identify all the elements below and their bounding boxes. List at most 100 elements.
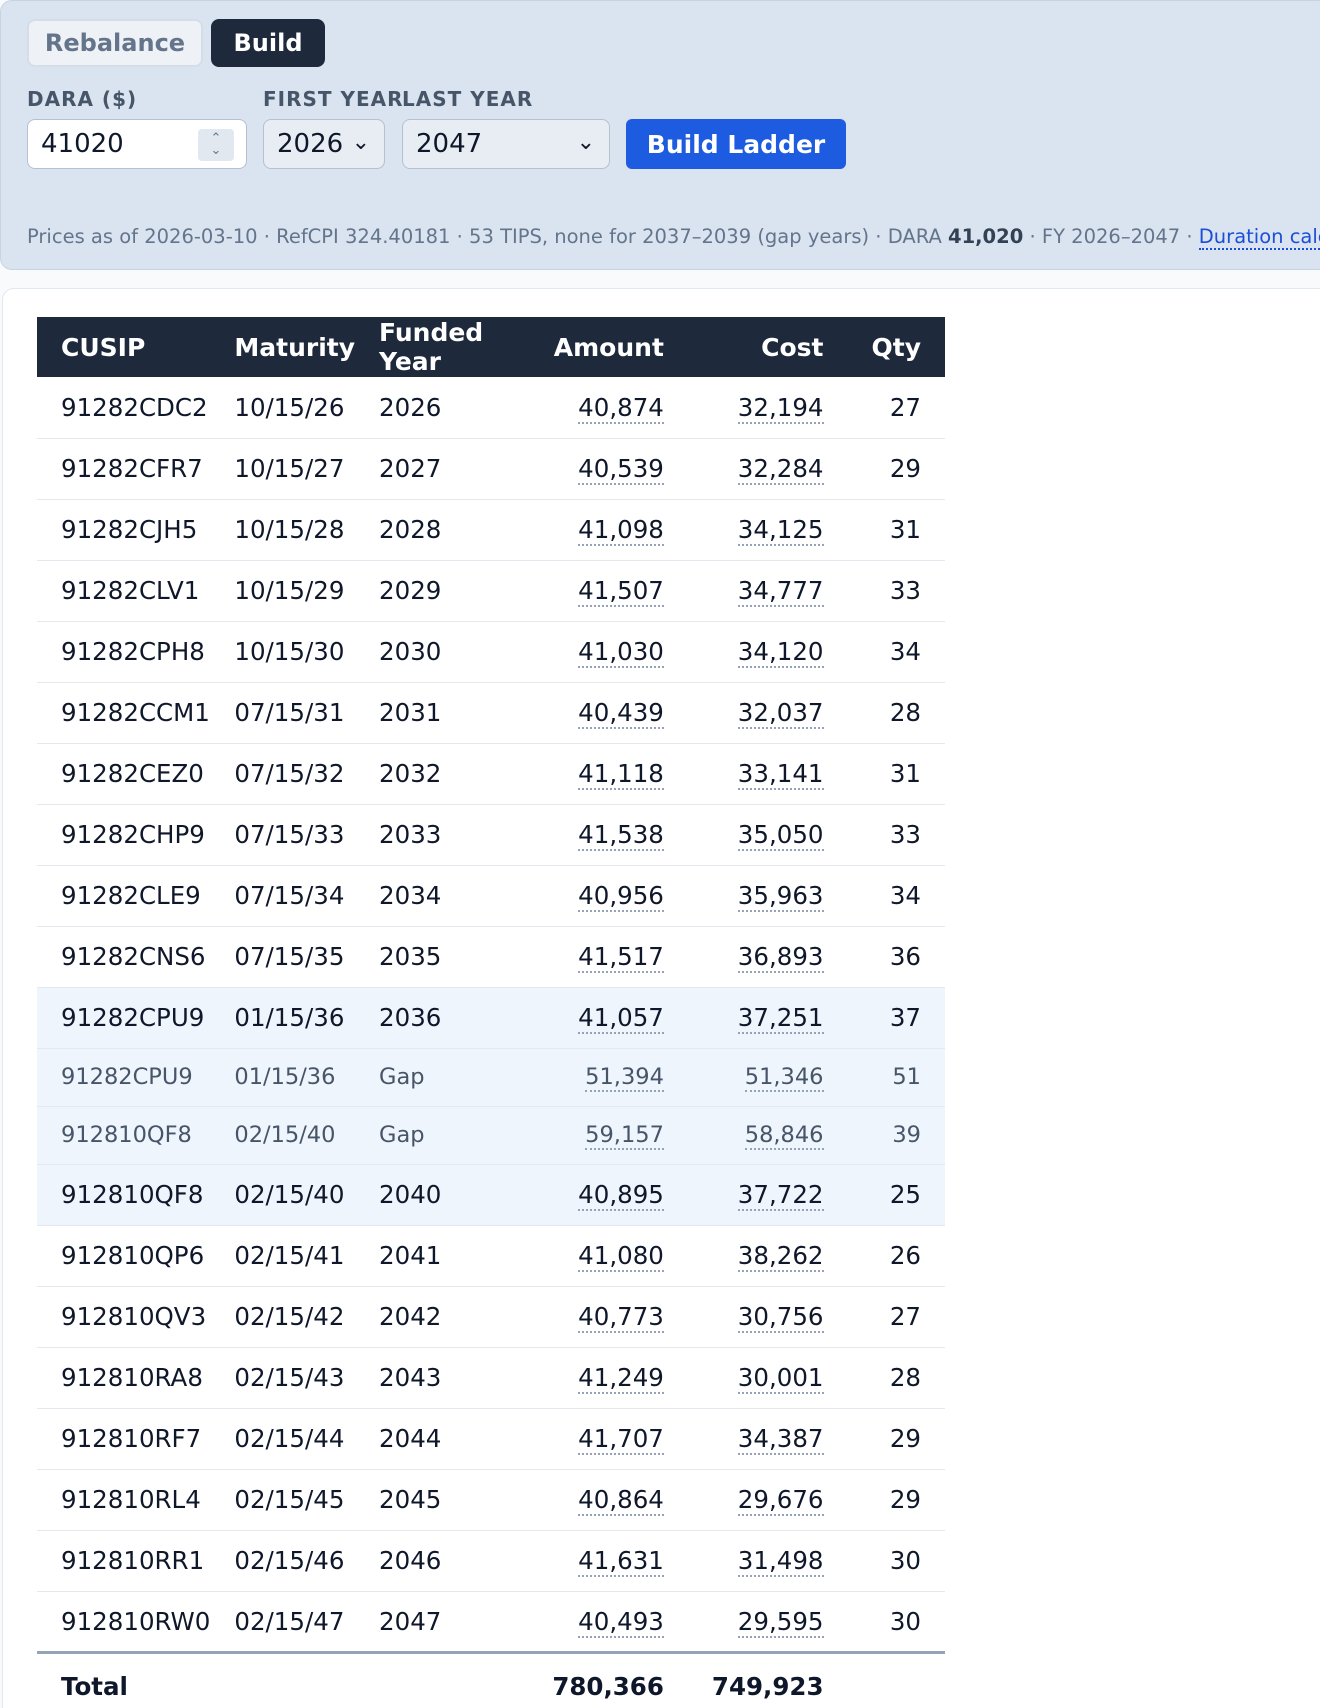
table-row: 912810RA8 02/15/43 2043 41,249 30,001 28 [37, 1347, 945, 1409]
cell-funded-year: 2033 [379, 820, 442, 849]
cell-amount: 59,157 [585, 1122, 664, 1150]
cell-cost: 58,846 [744, 1122, 824, 1150]
cell-qty: 51 [892, 1064, 921, 1090]
cell-maturity: 07/15/35 [234, 942, 345, 971]
table-row: 912810RL4 02/15/45 2045 40,864 29,676 29 [37, 1469, 945, 1531]
cell-qty: 27 [889, 392, 921, 422]
table-row: 91282CDC2 10/15/26 2026 40,874 32,194 27 [37, 377, 945, 439]
cell-amount: 51,394 [585, 1064, 664, 1092]
table-row: 91282CCM1 07/15/31 2031 40,439 32,037 28 [37, 682, 945, 744]
last-year-value: 2047 [416, 129, 483, 159]
cell-cost: 32,284 [737, 454, 824, 485]
last-year-select[interactable]: 2047 ⌄ [402, 119, 610, 169]
cell-funded-year: Gap [379, 1122, 425, 1148]
chevron-down-icon: ⌄ [351, 130, 370, 155]
cell-qty: 34 [889, 881, 921, 910]
cell-maturity: 02/15/40 [234, 1180, 345, 1209]
cell-cusip: 91282CJH5 [61, 515, 198, 544]
tab-build[interactable]: Build [211, 19, 325, 67]
cell-amount: 40,539 [578, 454, 664, 485]
cell-qty: 33 [889, 576, 921, 605]
cell-amount: 41,080 [578, 1241, 664, 1272]
first-year-select[interactable]: 2026 ⌄ [263, 119, 385, 169]
last-year-label: LAST YEAR [402, 87, 534, 111]
cell-cost: 30,001 [737, 1363, 824, 1394]
cell-cusip: 91282CPU9 [61, 1003, 205, 1032]
cell-cusip: 91282CDC2 [61, 392, 208, 422]
cell-funded-year: Gap [379, 1064, 425, 1090]
table-row: 912810RW0 02/15/47 2047 40,493 29,595 30 [37, 1591, 945, 1653]
cell-cost: 37,722 [737, 1180, 824, 1211]
table-header-row: CUSIP Maturity Funded Year Amount Cost Q… [37, 317, 945, 377]
dara-input[interactable]: 41020 ⌃ ⌄ [27, 119, 247, 169]
cell-maturity: 10/15/30 [234, 637, 345, 666]
duration-calcs-link[interactable]: Duration calcs [1198, 225, 1320, 250]
table-row: 91282CPU9 01/15/36 Gap 51,394 51,346 51 [37, 1048, 945, 1107]
col-maturity: Maturity [210, 317, 356, 377]
cell-qty: 29 [889, 1424, 921, 1453]
cell-qty: 27 [889, 1302, 921, 1331]
build-ladder-button[interactable]: Build Ladder [626, 119, 846, 169]
cell-qty: 26 [889, 1241, 921, 1270]
cell-cusip: 912810RA8 [61, 1363, 203, 1392]
cell-maturity: 01/15/36 [234, 1064, 336, 1090]
cell-funded-year: 2041 [379, 1241, 442, 1270]
cell-funded-year: 2044 [379, 1424, 442, 1453]
cell-cost: 34,777 [737, 576, 824, 607]
cell-cost: 32,194 [737, 392, 824, 424]
cell-qty: 31 [889, 759, 921, 788]
cell-funded-year: 2030 [379, 637, 442, 666]
cell-qty: 25 [889, 1180, 921, 1209]
cell-amount: 41,249 [578, 1363, 664, 1394]
cell-funded-year: 2045 [379, 1485, 442, 1514]
cell-cost: 33,141 [737, 759, 824, 790]
cell-cost: 38,262 [737, 1241, 824, 1272]
col-qty: Qty [847, 317, 945, 377]
table-row: 91282CLV1 10/15/29 2029 41,507 34,777 33 [37, 560, 945, 622]
cell-cost: 35,050 [737, 820, 824, 851]
cell-maturity: 02/15/47 [234, 1606, 345, 1636]
cell-maturity: 07/15/33 [234, 820, 345, 849]
cell-cost: 34,125 [737, 515, 824, 546]
cell-cusip: 912810QF8 [61, 1180, 204, 1209]
cell-maturity: 10/15/26 [234, 392, 345, 422]
table-row: 912810RR1 02/15/46 2046 41,631 31,498 30 [37, 1530, 945, 1592]
cell-cusip: 912810RR1 [61, 1546, 205, 1575]
status-prefix: Prices as of 2026-03-10 · RefCPI 324.401… [27, 225, 949, 248]
cell-cusip: 91282CCM1 [61, 698, 210, 727]
col-cost: Cost [687, 317, 848, 377]
cell-qty: 36 [889, 942, 921, 971]
cell-maturity: 01/15/36 [234, 1003, 345, 1032]
cell-amount: 40,439 [578, 698, 664, 729]
cell-cusip: 91282CLV1 [61, 576, 200, 605]
cell-maturity: 07/15/32 [234, 759, 345, 788]
cell-funded-year: 2027 [379, 454, 442, 483]
cell-cost: 32,037 [737, 698, 824, 729]
cell-maturity: 10/15/27 [234, 454, 345, 483]
cell-qty: 39 [892, 1122, 921, 1148]
table-row: 912810RF7 02/15/44 2044 41,707 34,387 29 [37, 1408, 945, 1470]
cell-qty: 29 [889, 1485, 921, 1514]
dara-label: DARA ($) [27, 87, 138, 111]
cell-funded-year: 2029 [379, 576, 442, 605]
cell-cusip: 912810RF7 [61, 1424, 202, 1453]
cell-amount: 40,773 [578, 1302, 664, 1333]
cell-amount: 41,118 [578, 759, 664, 790]
cell-cost: 51,346 [744, 1064, 824, 1092]
cell-maturity: 07/15/34 [234, 881, 345, 910]
stepper-icon[interactable]: ⌃ ⌄ [198, 129, 234, 161]
cell-funded-year: 2035 [379, 942, 442, 971]
table-row: 91282CNS6 07/15/35 2035 41,517 36,893 36 [37, 926, 945, 988]
col-cusip: CUSIP [37, 317, 211, 377]
cell-maturity: 02/15/42 [234, 1302, 345, 1331]
cell-funded-year: 2026 [379, 392, 442, 422]
cell-maturity: 02/15/41 [234, 1241, 345, 1270]
col-funded-year: Funded Year [355, 317, 529, 377]
cell-amount: 40,956 [578, 881, 664, 912]
status-fy: · FY 2026–2047 · [1023, 225, 1199, 248]
cell-amount: 41,517 [578, 942, 664, 973]
cell-cusip: 912810QV3 [61, 1302, 207, 1331]
cell-funded-year: 2042 [379, 1302, 442, 1331]
tab-rebalance[interactable]: Rebalance [27, 19, 203, 67]
table-row: 91282CPU9 01/15/36 2036 41,057 37,251 37 [37, 987, 945, 1049]
